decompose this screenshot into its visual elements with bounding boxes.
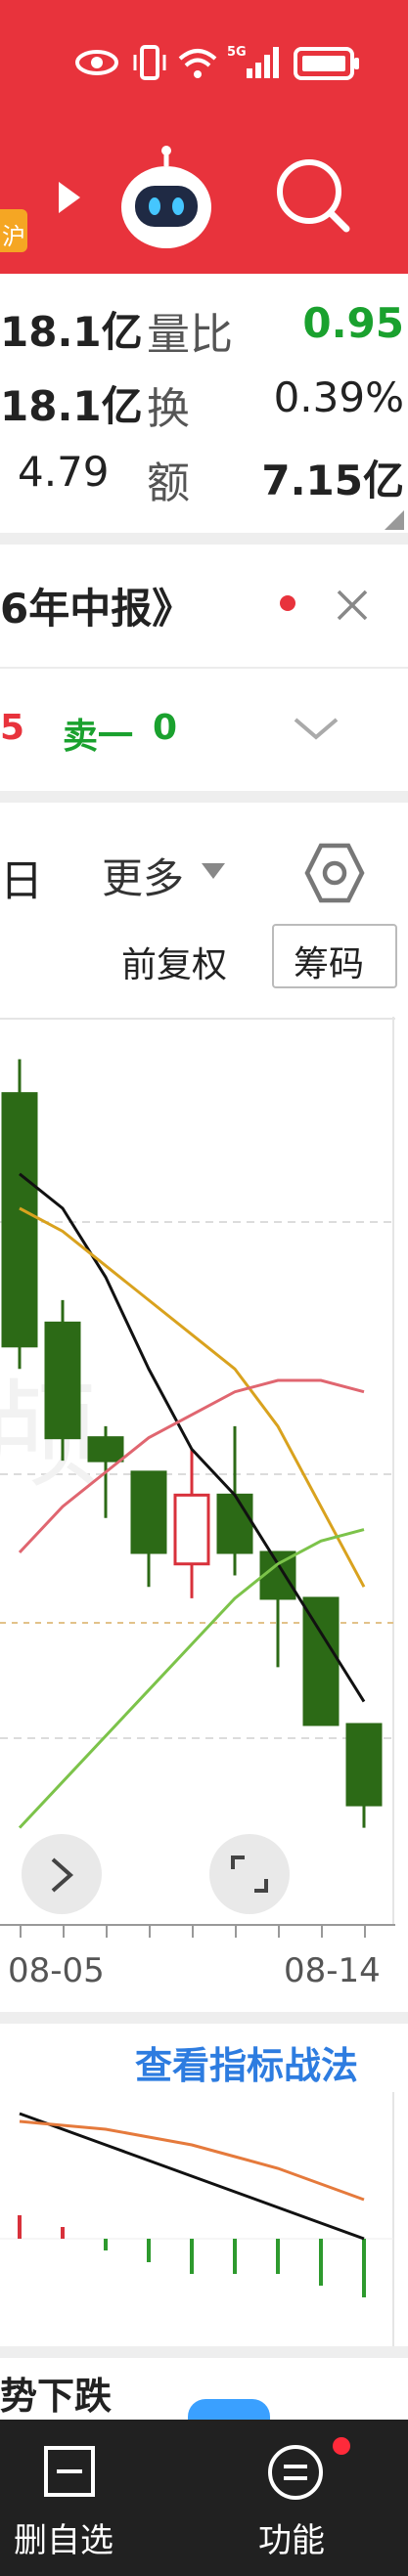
turnover-value: 0.39% (273, 373, 404, 421)
sell-one-label: 卖一 (63, 717, 134, 757)
x-tick-mark (20, 1926, 22, 1938)
quote-panel: 18.1亿 量比 0.95 18.1亿 换 0.39% 4.79 额 7.15亿 (0, 274, 408, 533)
notification-badge (333, 2437, 350, 2455)
unread-dot (280, 595, 295, 611)
macd-bar-9 (362, 2239, 366, 2297)
news-headline[interactable]: 势下跌 (0, 2366, 112, 2420)
delete-watchlist-button[interactable]: 删自选 (0, 2420, 137, 2576)
macd-bar-8 (319, 2239, 323, 2286)
candle-body-9 (345, 1723, 383, 1807)
macd-line-black (19, 2112, 365, 2241)
dropdown-triangle-icon[interactable] (200, 859, 227, 883)
battery-icon (294, 47, 359, 80)
settings-hexagon-icon[interactable] (303, 842, 366, 904)
kline-chart[interactable]: 颅 (0, 1017, 395, 1926)
candle-body-6 (216, 1493, 253, 1554)
macd-bar-4 (147, 2239, 151, 2262)
next-page-button[interactable] (22, 1834, 102, 1914)
network-type-label: 5G (227, 45, 247, 60)
tab-day[interactable]: 日 (0, 846, 43, 908)
x-tick-mark (192, 1926, 194, 1938)
order-book-row[interactable]: 5 卖一 0 (0, 669, 408, 791)
pe-value: 4.79 (18, 448, 110, 496)
turnover-label: 换 (147, 384, 190, 434)
status-bar: 5G (0, 0, 408, 117)
tab-more[interactable]: 更多 (102, 846, 184, 905)
candle-body-2 (44, 1321, 81, 1440)
x-axis-ticks (0, 1926, 395, 1940)
chips-button[interactable]: 筹码 (272, 924, 397, 988)
eye-icon (75, 50, 118, 75)
wifi-icon (178, 49, 217, 78)
x-tick-mark (106, 1926, 108, 1938)
play-icon[interactable] (55, 178, 84, 217)
expand-corner-icon[interactable] (381, 508, 406, 532)
candle-body-5 (173, 1493, 210, 1566)
x-tick-mark (364, 1926, 366, 1938)
x-tick-label-1: 08-05 (8, 1951, 105, 1990)
notice-bar[interactable]: 6年中报》 (0, 545, 408, 667)
price-adjust-toggle[interactable]: 前复权 (121, 937, 227, 987)
x-tick-mark (63, 1926, 65, 1938)
candle-body-1 (1, 1092, 38, 1348)
volume-ratio-label: 量比 (147, 310, 233, 360)
market-tag[interactable]: 沪 (0, 209, 27, 252)
function-menu-button[interactable]: 功能 (245, 2420, 382, 2576)
period-tab-bar: 日 更多 (0, 803, 408, 930)
section-divider (0, 533, 408, 545)
candle-body-8 (302, 1596, 340, 1726)
amount-label: 额 (147, 458, 190, 508)
notice-text: 6年中报》 (0, 585, 194, 633)
candle-body-3 (87, 1436, 124, 1463)
x-tick-mark (278, 1926, 280, 1938)
app-header: 沪 (0, 117, 408, 274)
menu-circle-icon (268, 2445, 323, 2500)
macd-bar-2 (61, 2227, 65, 2239)
macd-bar-5 (190, 2239, 194, 2274)
macd-chart[interactable] (0, 2092, 395, 2346)
section-divider-4 (0, 2346, 408, 2358)
fullscreen-button[interactable] (209, 1834, 290, 1914)
section-divider-2 (0, 791, 408, 803)
fullscreen-icon (231, 1856, 268, 1893)
robot-assistant-icon[interactable] (117, 145, 215, 252)
vibrate-icon (133, 45, 166, 80)
buy-value: 5 (0, 708, 25, 748)
float-cap-value: 18.1亿 (0, 382, 143, 430)
x-tick-mark (149, 1926, 151, 1938)
x-tick-mark (235, 1926, 237, 1938)
chevron-right-icon (51, 1857, 74, 1893)
bottom-toolbar: 删自选 功能 (0, 2420, 408, 2576)
candle-body-4 (130, 1470, 167, 1554)
section-divider-3 (0, 2012, 408, 2024)
macd-bar-1 (18, 2215, 22, 2239)
macd-bar-6 (233, 2239, 237, 2274)
volume-ratio-value: 0.95 (302, 299, 404, 347)
macd-bar-7 (276, 2239, 280, 2274)
signal-icon (247, 47, 279, 78)
close-icon[interactable] (333, 586, 372, 625)
x-tick-mark (321, 1926, 323, 1938)
chevron-down-icon[interactable] (292, 712, 340, 745)
sell-one-value: 0 (153, 708, 178, 748)
search-icon[interactable] (274, 156, 352, 235)
amount-value: 7.15亿 (261, 457, 404, 504)
volume-value: 18.1亿 (0, 308, 143, 356)
indicator-strategy-link[interactable]: 查看指标战法 (135, 2035, 358, 2089)
minus-box-icon (44, 2446, 95, 2497)
macd-bar-3 (104, 2239, 108, 2250)
x-tick-label-2: 08-14 (284, 1951, 381, 1990)
